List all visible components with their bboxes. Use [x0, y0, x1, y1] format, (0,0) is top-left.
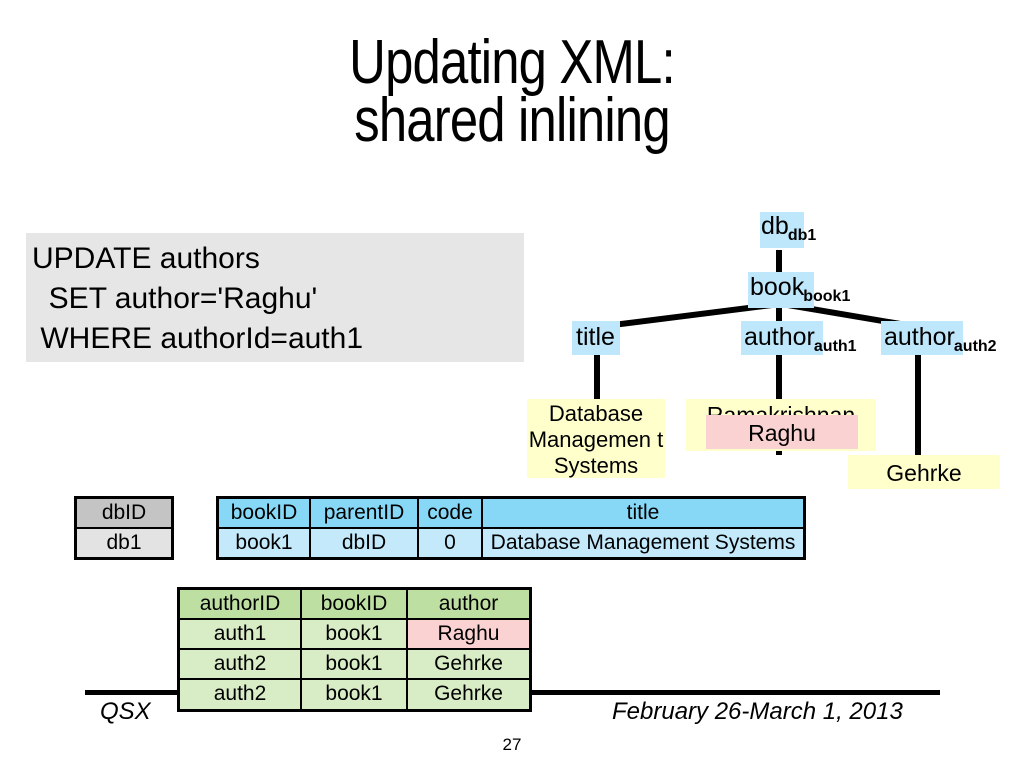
cell-code: 0	[417, 527, 483, 560]
column-header-authorid: authorID	[177, 587, 302, 621]
column-header-bookid: bookID	[300, 587, 408, 621]
table-books[interactable]: bookID parentID code title book1 dbID 0 …	[216, 496, 806, 561]
table-row[interactable]: db1	[74, 527, 174, 560]
table-row-header: dbID	[74, 496, 174, 530]
cell-bookid: book1	[216, 527, 311, 560]
tree-node-book[interactable]: bookbook1	[748, 272, 851, 308]
tree-node-db[interactable]: dbdb1	[760, 212, 817, 248]
cell-authorid: auth2	[177, 678, 302, 712]
cell-bookid: book1	[300, 678, 408, 712]
cell-authorid: auth1	[177, 618, 302, 651]
column-header-bookid: bookID	[216, 496, 311, 530]
column-header-author: author	[406, 587, 532, 621]
column-header-code: code	[417, 496, 483, 530]
xml-tree-diagram: dbdb1 bookbook1 title authorauth1 author…	[0, 0, 1024, 500]
cell-author-updated: Raghu	[406, 618, 532, 651]
tree-node-author-auth2[interactable]: authorauth2	[881, 321, 997, 355]
tree-node-db-label: db	[761, 212, 789, 240]
tree-leaf-title-value[interactable]: Database Managemen t Systems	[527, 399, 665, 478]
table-row[interactable]: auth1 book1 Raghu	[177, 618, 532, 651]
cell-dbid: db1	[74, 527, 174, 560]
column-header-title: title	[481, 496, 806, 530]
tree-node-db-subscript: db1	[787, 227, 817, 244]
footer-conference-label: QSX	[100, 698, 151, 725]
table-row[interactable]: auth2 book1 Gehrke	[177, 678, 532, 712]
tree-node-title-label: title	[576, 323, 615, 351]
cell-authorid: auth2	[177, 648, 302, 681]
table-db[interactable]: dbID db1	[74, 496, 174, 561]
tree-node-author-auth2-label: author	[884, 323, 955, 351]
tree-node-author-auth1-label: author	[744, 323, 815, 351]
tree-node-author-auth1[interactable]: authorauth1	[741, 321, 857, 355]
column-header-dbid: dbID	[74, 496, 174, 530]
table-row-header: authorID bookID author	[177, 587, 532, 621]
table-row[interactable]: book1 dbID 0 Database Management Systems	[216, 527, 806, 560]
table-row[interactable]: auth2 book1 Gehrke	[177, 648, 532, 681]
page-number: 27	[502, 735, 522, 754]
tree-node-author-auth2-subscript: auth2	[953, 338, 997, 355]
tree-node-author-auth1-subscript: auth1	[813, 338, 857, 355]
tree-node-book-subscript: book1	[803, 288, 851, 305]
footer-date-label: February 26-March 1, 2013	[612, 698, 903, 725]
tree-node-title[interactable]: title	[572, 321, 620, 355]
cell-title: Database Management Systems	[481, 527, 806, 560]
cell-author: Gehrke	[406, 678, 532, 712]
cell-bookid: book1	[300, 648, 408, 681]
cell-author: Gehrke	[406, 648, 532, 681]
table-authors[interactable]: authorID bookID author auth1 book1 Raghu…	[177, 587, 532, 712]
cell-bookid: book1	[300, 618, 408, 651]
table-row-header: bookID parentID code title	[216, 496, 806, 530]
column-header-parentid: parentID	[309, 496, 419, 530]
tree-leaf-author1-new-value[interactable]: Raghu	[706, 415, 858, 449]
tree-node-book-label: book	[750, 273, 805, 301]
cell-parentid: dbID	[309, 527, 419, 560]
tree-leaf-author2-value[interactable]: Gehrke	[848, 455, 1000, 489]
